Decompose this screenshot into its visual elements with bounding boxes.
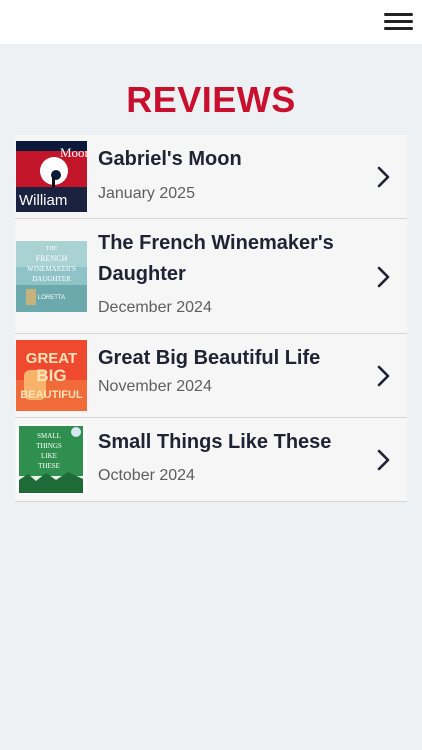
svg-text:THESE: THESE	[38, 462, 60, 470]
svg-text:SMALL: SMALL	[37, 432, 61, 440]
page-title: REVIEWS	[126, 79, 296, 120]
svg-text:LORETTA: LORETTA	[38, 295, 65, 301]
svg-text:Moon: Moon	[60, 145, 87, 160]
book-cover: THE FRENCH WINEMAKER'S DAUGHTER LORETTA	[16, 241, 87, 312]
review-date: October 2024	[98, 467, 195, 484]
review-item-gabriels-moon[interactable]: Moon William Gabriel's Moon January 2025	[15, 135, 407, 219]
review-title: Gabriel's Moon	[98, 148, 242, 170]
svg-text:WINEMAKER'S: WINEMAKER'S	[27, 265, 76, 273]
reviews-list: Moon William Gabriel's Moon January 2025…	[15, 135, 407, 502]
svg-text:THINGS: THINGS	[36, 442, 62, 450]
review-item-small-things-like-these[interactable]: SMALL THINGS LIKE THESE Small Things Lik…	[15, 418, 407, 502]
hamburger-menu-icon[interactable]	[384, 13, 413, 33]
svg-text:DAUGHTER: DAUGHTER	[32, 275, 71, 283]
review-title: Small Things Like These	[98, 431, 332, 453]
chevron-right-icon	[377, 266, 390, 288]
top-bar	[0, 0, 422, 44]
svg-text:GREAT: GREAT	[26, 350, 77, 367]
review-item-great-big-beautiful-life[interactable]: GREAT BIG BEAUTIFUL Great Big Beautiful …	[15, 334, 407, 418]
book-cover: GREAT BIG BEAUTIFUL	[16, 340, 87, 411]
review-date: November 2024	[98, 378, 212, 395]
svg-text:William: William	[19, 192, 67, 209]
book-cover: Moon William	[16, 141, 87, 212]
svg-text:BEAUTIFUL: BEAUTIFUL	[20, 389, 83, 401]
svg-text:THE: THE	[46, 246, 58, 252]
svg-text:FRENCH: FRENCH	[36, 254, 68, 263]
chevron-right-icon	[377, 449, 390, 471]
review-date: December 2024	[98, 299, 212, 316]
svg-text:LIKE: LIKE	[41, 452, 57, 460]
review-title: The French Winemaker's Daughter	[98, 232, 334, 285]
chevron-right-icon	[377, 166, 390, 188]
book-cover: SMALL THINGS LIKE THESE	[16, 424, 87, 495]
chevron-right-icon	[377, 365, 390, 387]
review-item-french-winemakers-daughter[interactable]: THE FRENCH WINEMAKER'S DAUGHTER LORETTA …	[15, 219, 407, 334]
review-date: January 2025	[98, 185, 195, 202]
svg-text:BIG: BIG	[36, 366, 66, 385]
review-title: Great Big Beautiful Life	[98, 347, 321, 369]
